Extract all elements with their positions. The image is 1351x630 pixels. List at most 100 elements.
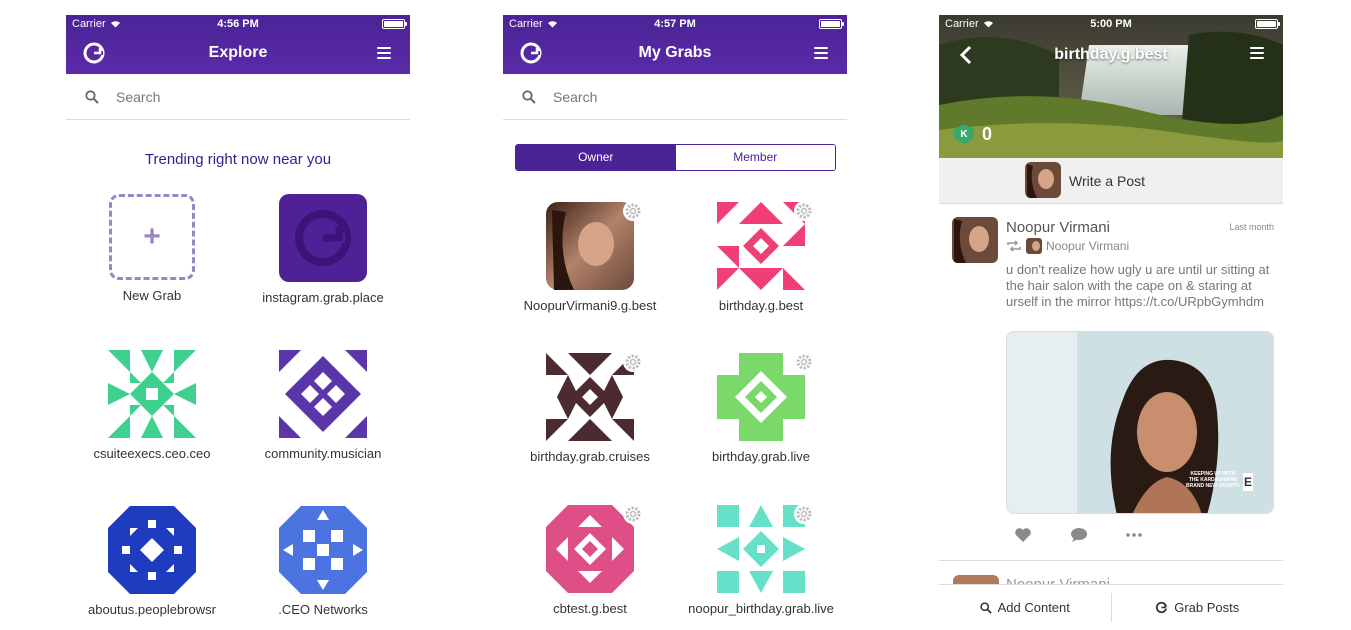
karma-count: K 0 bbox=[954, 124, 992, 145]
gear-icon[interactable] bbox=[622, 351, 644, 373]
clock: 4:56 PM bbox=[217, 18, 259, 30]
page-title: Explore bbox=[208, 44, 268, 61]
explore-screen: Explore Carrier 4:56 PM Trending right n… bbox=[66, 15, 410, 630]
bottom-toolbar: Add Content Grab Posts bbox=[939, 584, 1283, 630]
grab-label: birthday.g.best bbox=[718, 298, 804, 313]
search-icon bbox=[85, 90, 99, 104]
write-post-label[interactable]: Write a Post bbox=[1069, 173, 1145, 189]
menu-icon[interactable] bbox=[377, 47, 391, 59]
pattern-icon bbox=[717, 201, 814, 290]
post-timestamp: Last month bbox=[1229, 222, 1274, 232]
pattern-icon bbox=[546, 352, 643, 441]
write-post-bar[interactable]: Write a Post bbox=[939, 158, 1283, 204]
gear-icon[interactable] bbox=[793, 200, 815, 222]
divider bbox=[939, 560, 1283, 561]
regrab-author: Noopur Virmani bbox=[1046, 239, 1130, 253]
grab-tile[interactable]: noopur_birthday.grab.live bbox=[686, 504, 836, 616]
post-image[interactable]: KEEPING UP WITH THE KARDASHIANS BRAND NE… bbox=[1006, 331, 1274, 514]
more-icon[interactable] bbox=[1126, 533, 1142, 537]
pattern-icon bbox=[108, 350, 196, 438]
gear-icon[interactable] bbox=[622, 503, 644, 525]
avatar bbox=[1026, 238, 1042, 254]
add-content-button[interactable]: Add Content bbox=[939, 585, 1111, 630]
network-logo-icon: E bbox=[1243, 473, 1253, 491]
owner-member-segmented-control: Owner Member bbox=[515, 144, 836, 171]
grab-tile[interactable]: NoopurVirmani9.g.best bbox=[515, 201, 665, 313]
status-bar: Carrier 4:56 PM bbox=[66, 15, 410, 33]
grab-tile[interactable]: csuiteexecs.ceo.ceo bbox=[77, 350, 227, 461]
avatar[interactable] bbox=[952, 217, 998, 263]
cover-photo: birthday.g.best K 0 bbox=[939, 15, 1283, 158]
clock: 5:00 PM bbox=[1090, 18, 1132, 30]
grab-label: NoopurVirmani9.g.best bbox=[523, 298, 657, 313]
search-bar bbox=[66, 74, 410, 120]
pattern-icon bbox=[717, 352, 814, 441]
trending-heading: Trending right now near you bbox=[144, 151, 332, 168]
post-actions bbox=[1014, 527, 1142, 543]
grab-tile[interactable]: cbtest.g.best bbox=[515, 504, 665, 616]
grab-logo-icon bbox=[279, 194, 367, 282]
new-grab-tile[interactable]: + New Grab bbox=[77, 194, 227, 303]
page-title: birthday.g.best bbox=[1054, 46, 1168, 63]
grab-tile[interactable]: birthday.grab.cruises bbox=[515, 352, 665, 464]
status-bar: Carrier 5:00 PM bbox=[939, 15, 1283, 33]
post-author[interactable]: Noopur Virmani bbox=[1006, 219, 1110, 236]
grab-tile[interactable]: .CEO Networks bbox=[248, 506, 398, 617]
grab-label: cbtest.g.best bbox=[553, 601, 627, 616]
post-text: u don't realize how ugly u are until ur … bbox=[1006, 262, 1270, 309]
gear-icon[interactable] bbox=[622, 200, 644, 222]
status-bar: Carrier 4:57 PM bbox=[503, 15, 847, 33]
gear-icon[interactable] bbox=[793, 503, 815, 525]
tab-owner[interactable]: Owner bbox=[516, 145, 676, 170]
grab-label: birthday.grab.cruises bbox=[530, 449, 650, 464]
grab-label: instagram.grab.place bbox=[262, 290, 384, 305]
pattern-icon bbox=[717, 504, 814, 593]
gear-icon[interactable] bbox=[793, 351, 815, 373]
pattern-icon bbox=[108, 506, 196, 594]
grab-label: noopur_birthday.grab.live bbox=[688, 601, 834, 616]
avatar bbox=[1025, 162, 1061, 198]
search-input[interactable] bbox=[116, 86, 376, 108]
grab-posts-button[interactable]: Grab Posts bbox=[1112, 585, 1284, 630]
grab-label: csuiteexecs.ceo.ceo bbox=[93, 446, 211, 461]
search-input[interactable] bbox=[553, 86, 813, 108]
karma-value: 0 bbox=[982, 124, 993, 144]
search-icon bbox=[979, 601, 992, 614]
comment-icon[interactable] bbox=[1070, 527, 1088, 543]
grab-label: .CEO Networks bbox=[278, 602, 368, 617]
heart-icon[interactable] bbox=[1014, 527, 1032, 543]
regrab-line: Noopur Virmani bbox=[1006, 238, 1129, 254]
grab-tile[interactable]: community.musician bbox=[248, 350, 398, 461]
search-icon bbox=[522, 90, 536, 104]
battery-icon bbox=[1255, 19, 1280, 29]
grab-label: community.musician bbox=[264, 446, 382, 461]
clock: 4:57 PM bbox=[654, 18, 696, 30]
pattern-icon bbox=[279, 350, 367, 438]
image-caption: KEEPING UP WITH THE KARDASHIANS BRAND NE… bbox=[1186, 471, 1240, 489]
battery-icon bbox=[382, 19, 407, 29]
grab-tile[interactable]: birthday.grab.live bbox=[686, 352, 836, 464]
tab-member[interactable]: Member bbox=[675, 145, 835, 170]
battery-icon bbox=[819, 19, 844, 29]
pattern-icon bbox=[279, 506, 367, 594]
my-grabs-screen: My Grabs Carrier 4:57 PM Owner Member No… bbox=[503, 15, 847, 630]
grab-tile[interactable]: instagram.grab.place bbox=[248, 194, 398, 305]
grab-detail-screen: birthday.g.best K 0 Carrier 5:00 PM Writ… bbox=[939, 15, 1283, 630]
grab-label: aboutus.peoplebrowsr bbox=[88, 602, 216, 617]
karma-badge-icon: K bbox=[954, 124, 974, 145]
grab-tile[interactable]: birthday.g.best bbox=[686, 201, 836, 313]
add-content-label: Add Content bbox=[997, 600, 1070, 615]
grab-tile[interactable]: aboutus.peoplebrowsr bbox=[77, 506, 227, 617]
grab-label: birthday.grab.live bbox=[711, 449, 811, 464]
grab-posts-label: Grab Posts bbox=[1174, 600, 1240, 615]
pattern-icon bbox=[546, 504, 643, 593]
page-title: My Grabs bbox=[638, 44, 712, 61]
menu-icon[interactable] bbox=[814, 47, 828, 59]
profile-photo bbox=[546, 201, 643, 290]
regrab-icon bbox=[1007, 240, 1021, 252]
grab-label: New Grab bbox=[122, 288, 182, 303]
search-bar bbox=[503, 74, 847, 120]
add-grab-icon[interactable]: + bbox=[109, 194, 195, 280]
menu-icon[interactable] bbox=[1250, 47, 1264, 59]
grab-logo-icon bbox=[1156, 601, 1168, 614]
